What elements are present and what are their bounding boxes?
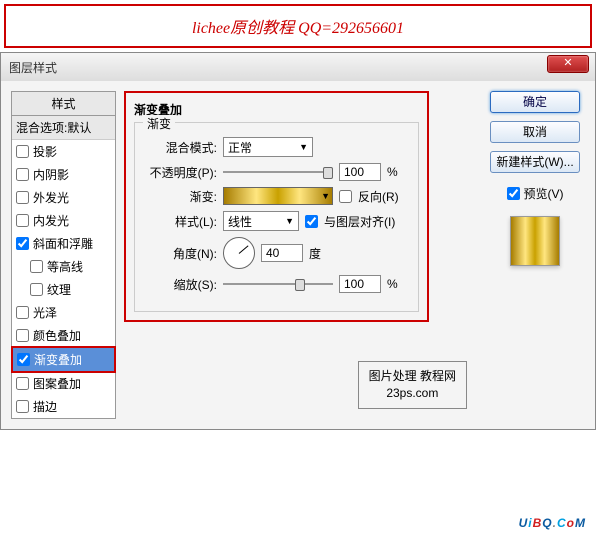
checkbox-satin[interactable] <box>16 306 29 319</box>
scale-slider[interactable] <box>223 277 333 291</box>
style-value: 线性 <box>228 213 252 230</box>
opacity-row: 不透明度(P): % <box>141 163 412 181</box>
blend-options-default[interactable]: 混合选项:默认 <box>12 116 115 140</box>
gradient-picker[interactable]: ▼ <box>223 187 333 205</box>
dialog-body: 样式 混合选项:默认 投影 内阴影 外发光 内发光 斜面和浮雕 <box>1 81 595 429</box>
blend-mode-value: 正常 <box>228 139 252 156</box>
style-label: 等高线 <box>47 258 83 275</box>
style-item-inner-shadow[interactable]: 内阴影 <box>12 163 115 186</box>
checkbox-inner-glow[interactable] <box>16 214 29 227</box>
blend-mode-label: 混合模式: <box>141 139 217 156</box>
style-item-satin[interactable]: 光泽 <box>12 301 115 324</box>
style-label: 描边 <box>33 398 57 415</box>
blend-mode-row: 混合模式: 正常 ▼ <box>141 137 412 157</box>
gradient-label: 渐变: <box>141 188 217 205</box>
gradient-row: 渐变: ▼ 反向(R) <box>141 187 412 205</box>
checkbox-pattern-overlay[interactable] <box>16 377 29 390</box>
chevron-down-icon: ▼ <box>321 191 330 201</box>
checkbox-drop-shadow[interactable] <box>16 145 29 158</box>
style-item-contour[interactable]: 等高线 <box>12 255 115 278</box>
new-style-button[interactable]: 新建样式(W)... <box>490 151 580 173</box>
styles-sidebar: 样式 混合选项:默认 投影 内阴影 外发光 内发光 斜面和浮雕 <box>11 91 116 419</box>
preview-label: 预览(V) <box>524 185 564 202</box>
angle-dial[interactable] <box>223 237 255 269</box>
style-item-color-overlay[interactable]: 颜色叠加 <box>12 324 115 347</box>
style-label: 渐变叠加 <box>34 351 82 368</box>
style-label: 斜面和浮雕 <box>33 235 93 252</box>
scale-unit: % <box>387 277 398 291</box>
style-item-bevel-emboss[interactable]: 斜面和浮雕 <box>12 232 115 255</box>
style-item-inner-glow[interactable]: 内发光 <box>12 209 115 232</box>
preview-row: 预览(V) <box>507 185 564 202</box>
angle-label: 角度(N): <box>141 245 217 262</box>
align-label: 与图层对齐(I) <box>324 213 395 230</box>
style-item-gradient-overlay[interactable]: 渐变叠加 <box>11 346 116 373</box>
style-select[interactable]: 线性 ▼ <box>223 211 299 231</box>
angle-row: 角度(N): 度 <box>141 237 412 269</box>
checkbox-texture[interactable] <box>30 283 43 296</box>
footer-logo: UiBQ.CoM <box>519 507 586 533</box>
slider-track <box>223 283 333 285</box>
opacity-slider[interactable] <box>223 165 333 179</box>
style-item-texture[interactable]: 纹理 <box>12 278 115 301</box>
opacity-label: 不透明度(P): <box>141 164 217 181</box>
checkbox-outer-glow[interactable] <box>16 191 29 204</box>
style-label: 内发光 <box>33 212 69 229</box>
group-title: 渐变叠加 <box>134 101 419 118</box>
align-checkbox[interactable] <box>305 215 318 228</box>
style-label: 光泽 <box>33 304 57 321</box>
banner: lichee原创教程 QQ=292656601 <box>4 4 592 48</box>
dialog-title: 图层样式 <box>9 59 57 76</box>
gradient-sub-group: 渐变 混合模式: 正常 ▼ 不透明度(P): <box>134 122 419 312</box>
preview-checkbox[interactable] <box>507 187 520 200</box>
checkbox-bevel-emboss[interactable] <box>16 237 29 250</box>
right-column: 确定 取消 新建样式(W)... 预览(V) <box>485 91 585 419</box>
checkbox-color-overlay[interactable] <box>16 329 29 342</box>
style-label: 内阴影 <box>33 166 69 183</box>
style-row: 样式(L): 线性 ▼ 与图层对齐(I) <box>141 211 412 231</box>
slider-track <box>223 171 333 173</box>
sidebar-header[interactable]: 样式 <box>12 92 115 116</box>
content-panel: 渐变叠加 渐变 混合模式: 正常 ▼ 不透明度(P): <box>124 91 477 419</box>
chevron-down-icon: ▼ <box>285 216 294 226</box>
reverse-label: 反向(R) <box>358 188 399 205</box>
chevron-down-icon: ▼ <box>299 142 308 152</box>
style-type-label: 样式(L): <box>141 213 217 230</box>
reverse-checkbox[interactable] <box>339 190 352 203</box>
scale-row: 缩放(S): % <box>141 275 412 293</box>
style-item-drop-shadow[interactable]: 投影 <box>12 140 115 163</box>
scale-input[interactable] <box>339 275 381 293</box>
sub-legend: 渐变 <box>143 115 175 132</box>
opacity-unit: % <box>387 165 398 179</box>
style-label: 纹理 <box>47 281 71 298</box>
watermark-line2: 23ps.com <box>369 385 456 402</box>
scale-label: 缩放(S): <box>141 276 217 293</box>
slider-thumb[interactable] <box>295 279 305 291</box>
style-label: 外发光 <box>33 189 69 206</box>
close-button[interactable]: ✕ <box>547 55 589 73</box>
blend-mode-select[interactable]: 正常 ▼ <box>223 137 313 157</box>
checkbox-gradient-overlay[interactable] <box>17 353 30 366</box>
checkbox-contour[interactable] <box>30 260 43 273</box>
style-label: 投影 <box>33 143 57 160</box>
preview-swatch <box>510 216 560 266</box>
gradient-overlay-group: 渐变叠加 渐变 混合模式: 正常 ▼ 不透明度(P): <box>124 91 429 322</box>
style-label: 图案叠加 <box>33 375 81 392</box>
watermark: 图片处理 教程网 23ps.com <box>358 361 467 409</box>
titlebar: 图层样式 ✕ <box>1 53 595 81</box>
checkbox-stroke[interactable] <box>16 400 29 413</box>
style-label: 颜色叠加 <box>33 327 81 344</box>
checkbox-inner-shadow[interactable] <box>16 168 29 181</box>
opacity-input[interactable] <box>339 163 381 181</box>
style-item-pattern-overlay[interactable]: 图案叠加 <box>12 372 115 395</box>
watermark-line1: 图片处理 教程网 <box>369 368 456 385</box>
slider-thumb[interactable] <box>323 167 333 179</box>
style-item-outer-glow[interactable]: 外发光 <box>12 186 115 209</box>
ok-button[interactable]: 确定 <box>490 91 580 113</box>
layer-style-dialog: 图层样式 ✕ 样式 混合选项:默认 投影 内阴影 外发光 内发光 <box>0 52 596 430</box>
style-item-stroke[interactable]: 描边 <box>12 395 115 418</box>
cancel-button[interactable]: 取消 <box>490 121 580 143</box>
angle-unit: 度 <box>309 245 321 262</box>
angle-input[interactable] <box>261 244 303 262</box>
